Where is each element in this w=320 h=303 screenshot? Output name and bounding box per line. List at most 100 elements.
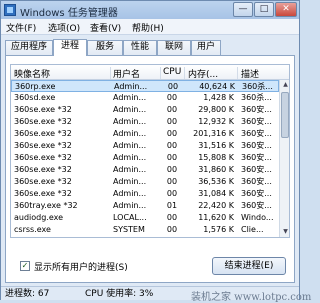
end-process-button[interactable]: 结束进程(E) — [212, 257, 286, 275]
user-name-cell: Admin... — [113, 141, 147, 150]
memory-cell: 15,808 K — [198, 153, 234, 162]
user-name-cell: Admin... — [113, 201, 147, 210]
description-cell: 360安... — [241, 201, 272, 210]
scrollbar-thumb[interactable] — [281, 92, 289, 138]
process-name-cell: 360tray.exe *32 — [14, 201, 78, 210]
column-cpu[interactable]: CPU — [163, 67, 185, 79]
tab-networking[interactable]: 联网 — [157, 40, 191, 55]
cpu-cell: 01 — [166, 201, 178, 210]
memory-cell: 31,860 K — [198, 165, 234, 174]
process-name-cell: 360se.exe *32 — [14, 177, 72, 186]
cpu-cell: 00 — [166, 117, 178, 126]
description-cell: 360安... — [241, 165, 272, 174]
menu-file[interactable]: 文件(F) — [6, 21, 36, 34]
column-header-row: 映像名称 用户名 CPU 内存(... 描述 — [11, 65, 289, 80]
description-cell: 360安... — [241, 189, 272, 198]
process-row[interactable]: 360se.exe *32 Admin... 00 12,932 K 360安... — [11, 116, 279, 128]
process-row[interactable]: 360se.exe *32 Admin... 00 31,084 K 360安... — [11, 188, 279, 200]
minimize-button[interactable]: — — [233, 2, 253, 17]
menu-help[interactable]: 帮助(H) — [132, 21, 164, 34]
process-row[interactable]: 360se.exe *32 Admin... 00 31,516 K 360安... — [11, 140, 279, 152]
vertical-scrollbar[interactable]: ▲ ▼ — [279, 80, 289, 237]
process-row[interactable]: 360se.exe *32 Admin... 00 36,536 K 360安... — [11, 176, 279, 188]
description-cell: 360杀... — [241, 93, 272, 102]
scroll-up-arrow-icon[interactable]: ▲ — [280, 80, 289, 90]
cpu-cell: 00 — [166, 177, 178, 186]
tab-processes[interactable]: 进程 — [53, 39, 87, 56]
memory-cell: 11,620 K — [198, 213, 234, 222]
column-user-name[interactable]: 用户名 — [113, 67, 161, 79]
tab-users[interactable]: 用户 — [191, 40, 221, 55]
column-memory[interactable]: 内存(... — [188, 67, 238, 79]
menu-bar: 文件(F) 选项(O) 查看(V) 帮助(H) — [1, 19, 299, 35]
column-description[interactable]: 描述 — [241, 67, 279, 79]
process-row[interactable]: 360se.exe *32 Admin... 00 31,860 K 360安... — [11, 164, 279, 176]
show-all-processes-label: 显示所有用户的进程(S) — [34, 263, 128, 273]
process-name-cell: 360se.exe *32 — [14, 153, 72, 162]
cpu-cell: 00 — [166, 225, 178, 234]
process-name-cell: csrss.exe — [14, 225, 51, 234]
user-name-cell: Admin... — [113, 189, 147, 198]
cpu-cell: 00 — [166, 93, 178, 102]
process-name-cell: csrss.exe — [14, 236, 109, 237]
column-image-name[interactable]: 映像名称 — [14, 67, 111, 79]
cpu-cell: 00 — [166, 129, 178, 138]
tab-performance[interactable]: 性能 — [123, 40, 157, 55]
process-row[interactable]: 360se.exe *32 Admin... 00 15,808 K 360安... — [11, 152, 279, 164]
user-name-cell: Admin... — [113, 93, 147, 102]
process-row[interactable]: csrss.exe SYSTEM 00 1,576 K Clie... — [11, 224, 279, 236]
process-row[interactable]: audiodg.exe LOCAL... 00 11,620 K Windo... — [11, 212, 279, 224]
title-bar: Windows 任务管理器 — □ ✕ — [1, 1, 299, 19]
process-name-cell: 360se.exe *32 — [14, 189, 72, 198]
process-name-cell: audiodg.exe — [14, 213, 64, 222]
description-cell: 360安... — [241, 153, 272, 162]
menu-view[interactable]: 查看(V) — [90, 21, 121, 34]
description-cell: Clie... — [241, 225, 264, 234]
menu-options[interactable]: 选项(O) — [48, 21, 80, 34]
process-count: 进程数: 67 — [5, 289, 50, 299]
memory-cell: 31,084 K — [198, 189, 234, 198]
memory-cell: 22,420 K — [198, 201, 234, 210]
user-name-cell: Admin... — [113, 153, 147, 162]
maximize-button[interactable]: □ — [254, 2, 274, 17]
description-cell: 360安... — [241, 177, 272, 186]
user-name-cell: Admin... — [113, 165, 147, 174]
show-all-processes-checkbox[interactable]: ✓ — [20, 261, 30, 271]
user-name-cell: Admin... — [113, 129, 147, 138]
process-row[interactable]: 360se.exe *32 Admin... 00 29,800 K 360安... — [11, 104, 279, 116]
process-list[interactable]: 映像名称 用户名 CPU 内存(... 描述 360rp.exe Admin...… — [10, 64, 290, 238]
tab-services[interactable]: 服务 — [87, 40, 123, 55]
process-name-cell: 360se.exe *32 — [14, 129, 72, 138]
description-cell: Clie... — [241, 236, 279, 237]
process-row[interactable]: csrss.exe SYSTEM 00 2,904 K Clie... — [11, 236, 279, 237]
description-cell: 360安... — [241, 105, 272, 114]
process-row[interactable]: 360tray.exe *32 Admin... 01 22,420 K 360安... — [11, 200, 279, 212]
process-row[interactable]: 360se.exe *32 Admin... 00 201,316 K 360安... — [11, 128, 279, 140]
memory-cell: 1,576 K — [203, 225, 234, 234]
tab-applications[interactable]: 应用程序 — [5, 40, 53, 55]
memory-cell: 12,932 K — [198, 117, 234, 126]
description-cell: 360安... — [241, 117, 272, 126]
cpu-cell: 00 — [166, 189, 178, 198]
process-name-cell: 360se.exe *32 — [14, 117, 72, 126]
user-name-cell: LOCAL... — [113, 213, 147, 222]
description-cell: 360安... — [241, 141, 272, 150]
process-row[interactable]: 360rp.exe Admin... 00 40,624 K 360杀... — [11, 80, 279, 92]
user-name-cell: Admin... — [113, 117, 147, 126]
process-name-cell: 360se.exe *32 — [14, 105, 72, 114]
close-button[interactable]: ✕ — [275, 2, 297, 17]
cpu-cell: 00 — [166, 141, 178, 150]
description-cell: Windo... — [241, 213, 274, 222]
scroll-down-arrow-icon[interactable]: ▼ — [280, 227, 289, 237]
memory-cell: 201,316 K — [193, 129, 234, 138]
cpu-cell: 00 — [166, 213, 178, 222]
process-row[interactable]: 360sd.exe Admin... 00 1,428 K 360杀... — [11, 92, 279, 104]
memory-cell: 29,800 K — [198, 105, 234, 114]
cpu-cell: 00 — [166, 165, 178, 174]
task-manager-icon — [4, 4, 16, 16]
memory-cell: 36,536 K — [198, 177, 234, 186]
cpu-usage: CPU 使用率: 3% — [85, 289, 154, 299]
process-name-cell: 360sd.exe — [14, 93, 56, 102]
processes-panel: 映像名称 用户名 CPU 内存(... 描述 360rp.exe Admin...… — [5, 55, 295, 283]
user-name-cell: SYSTEM — [113, 225, 145, 234]
